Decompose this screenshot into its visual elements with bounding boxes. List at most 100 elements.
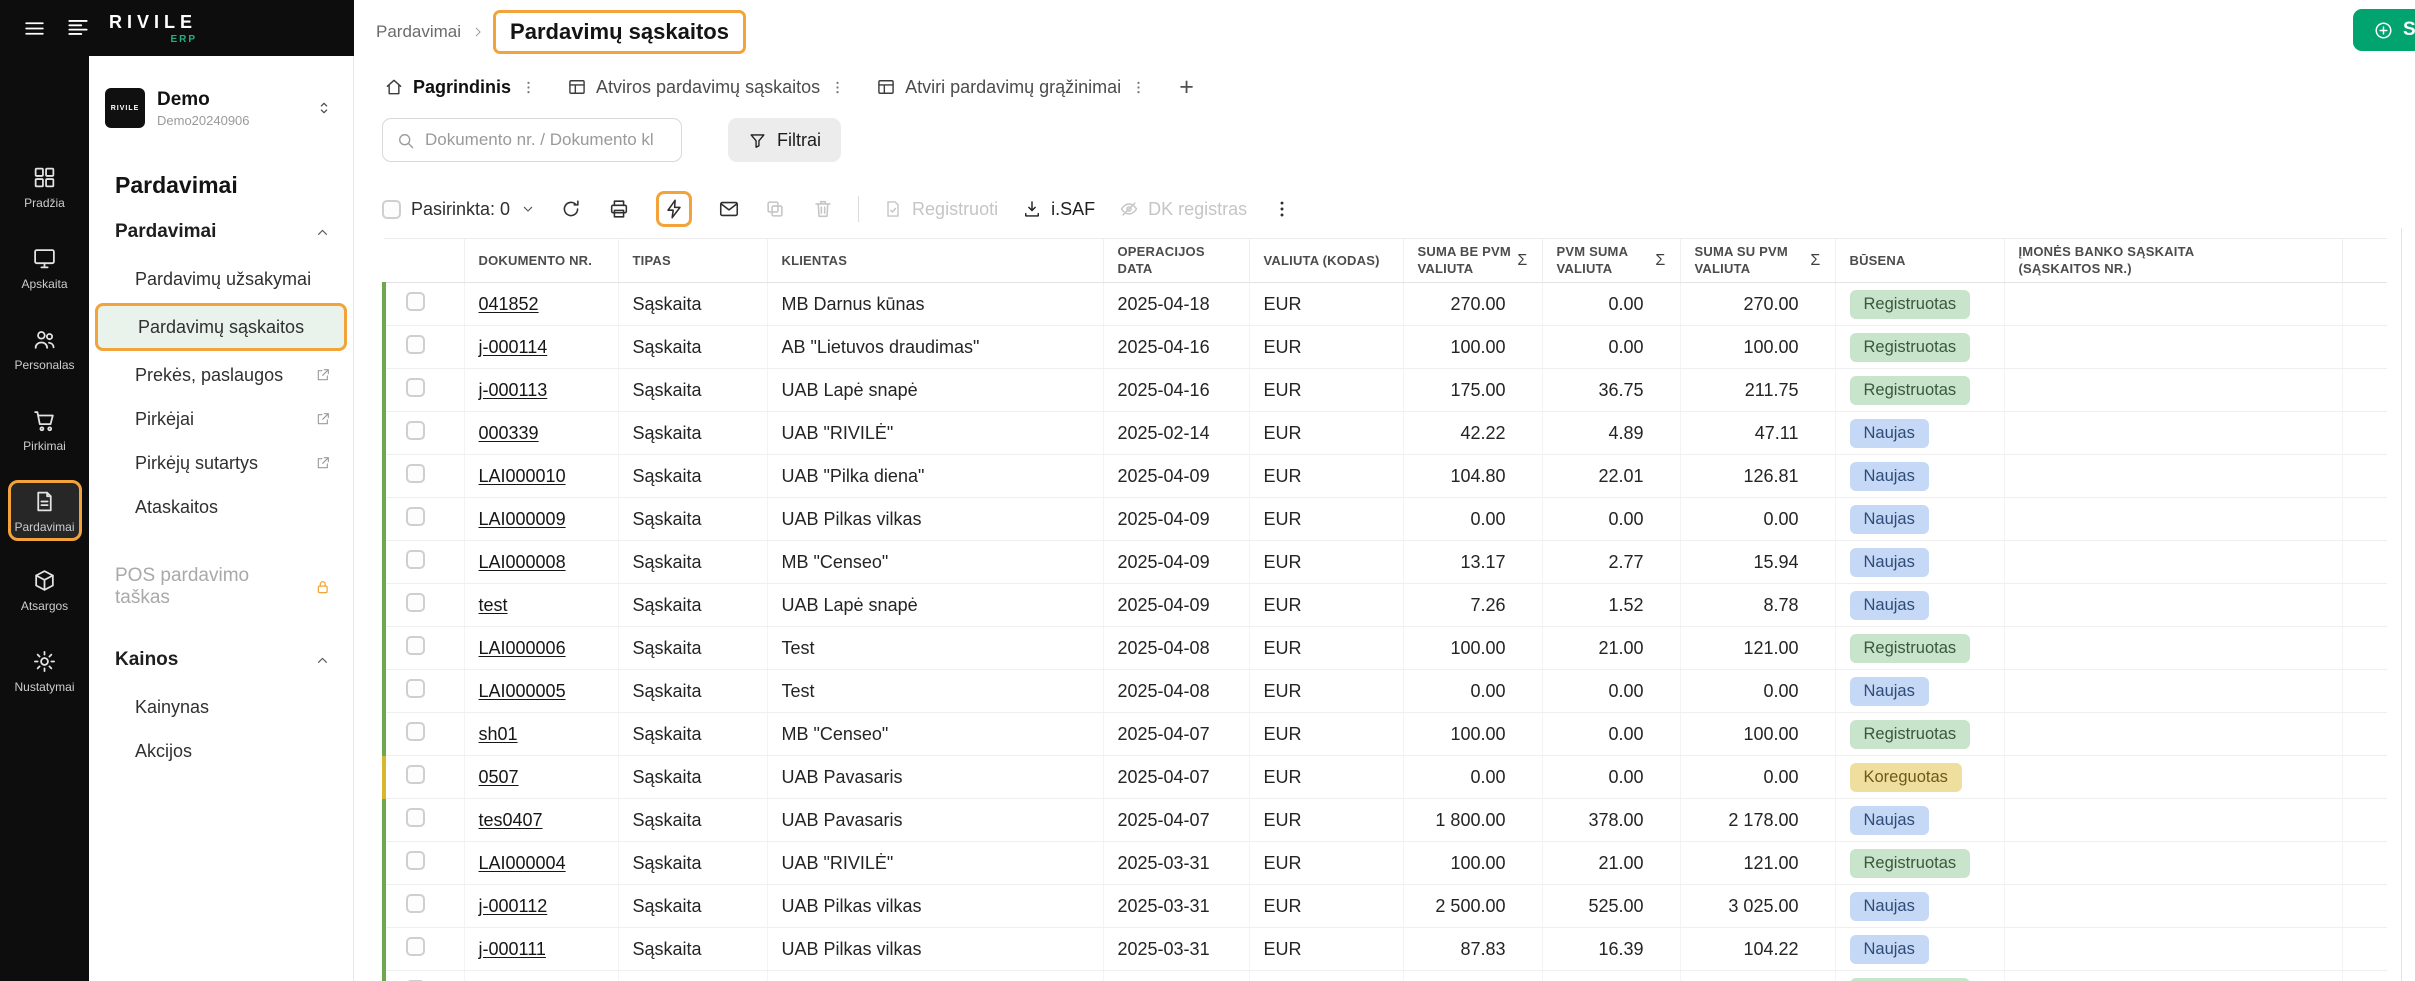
email-button[interactable] [718,198,740,220]
select-all-checkbox[interactable] [382,200,401,219]
table-row[interactable]: j-000114SąskaitaAB "Lietuvos draudimas"2… [384,326,2387,369]
sidebar-item-prek-s-paslaugos[interactable]: Prekės, paslaugos [89,353,353,397]
document-link[interactable]: test [479,595,508,615]
column-header-tipas[interactable]: TIPAS [618,239,767,283]
row-checkbox[interactable] [406,679,425,698]
table-row[interactable]: 000339SąskaitaUAB "RIVILĖ"2025-02-14EUR4… [384,412,2387,455]
row-checkbox[interactable] [406,292,425,311]
sidebar-item-pos-pardavimo-ta-kas[interactable]: POS pardavimo taškas [89,555,353,619]
table-row[interactable]: LAI000005SąskaitaTest2025-04-08EUR0.000.… [384,670,2387,713]
tab-atviri-pardavim-gr-inimai[interactable]: Atviri pardavimų grąžinimai [868,71,1155,104]
table-row[interactable]: LAI000008SąskaitaMB "Censeo"2025-04-09EU… [384,541,2387,584]
column-header-valiuta[interactable]: VALIUTA (KODAS) [1249,239,1403,283]
row-checkbox[interactable] [406,937,425,956]
document-link[interactable]: j-000114 [479,337,548,357]
row-checkbox[interactable] [406,464,425,483]
column-header-pvm[interactable]: PVM SUMAVALIUTAΣ [1542,239,1680,283]
column-header-busena[interactable]: BŪSENA [1835,239,2004,283]
rail-item-prad-ia[interactable]: Pradžia [8,156,82,217]
rail-item-nustatymai[interactable]: Nustatymai [8,640,82,701]
row-checkbox[interactable] [406,507,425,526]
sidebar-item-ataskaitos[interactable]: Ataskaitos [89,485,353,529]
delete-button[interactable] [812,198,834,220]
sum-icon[interactable]: Σ [1655,252,1665,270]
print-button[interactable] [608,198,630,220]
selection-dropdown[interactable]: Pasirinkta: 0 [382,199,536,220]
document-link[interactable]: j-000111 [479,939,546,959]
rail-item-apskaita[interactable]: Apskaita [8,237,82,298]
section-pardavimai[interactable]: Pardavimai [89,207,353,257]
rail-item-personalas[interactable]: Personalas [8,318,82,379]
rail-item-atsargos[interactable]: Atsargos [8,559,82,620]
column-header-suma_su[interactable]: SUMA SU PVMVALIUTAΣ [1680,239,1835,283]
rail-item-pirkimai[interactable]: Pirkimai [8,399,82,460]
row-checkbox[interactable] [406,894,425,913]
document-link[interactable]: sh01 [479,724,518,744]
document-link[interactable]: 000339 [479,423,539,443]
more-options-button[interactable] [1271,198,1293,220]
document-link[interactable]: LAI000010 [479,466,566,486]
refresh-button[interactable] [560,198,582,220]
sidebar-item-kainynas[interactable]: Kainynas [89,685,353,729]
rail-item-pardavimai[interactable]: Pardavimai [8,480,82,541]
document-link[interactable]: LAI000004 [479,853,566,873]
row-checkbox[interactable] [406,808,425,827]
column-header-suma_be[interactable]: SUMA BE PVMVALIUTAΣ [1403,239,1542,283]
row-checkbox[interactable] [406,421,425,440]
table-row[interactable]: LAI000010SąskaitaUAB "Pilka diena"2025-0… [384,455,2387,498]
table-row[interactable]: tes0407SąskaitaUAB Pavasaris2025-04-07EU… [384,799,2387,842]
table-row[interactable]: j-000110SąskaitaAB "Lietuvos draudimas"2… [384,971,2387,981]
sidebar-item-pardavim-s-skaitos[interactable]: Pardavimų sąskaitos [95,303,347,351]
table-row[interactable]: j-000113SąskaitaUAB Lapė snapė2025-04-16… [384,369,2387,412]
table-row[interactable]: LAI000006SąskaitaTest2025-04-08EUR100.00… [384,627,2387,670]
document-link[interactable]: j-000112 [479,896,548,916]
column-header-data[interactable]: OPERACIJOSDATA [1103,239,1249,283]
sidebar-item-pardavim-u-sakymai[interactable]: Pardavimų užsakymai [89,257,353,301]
table-row[interactable]: j-000111SąskaitaUAB Pilkas vilkas2025-03… [384,928,2387,971]
section-kainos[interactable]: Kainos [89,635,353,685]
document-link[interactable]: j-000113 [479,380,548,400]
row-checkbox[interactable] [406,335,425,354]
row-checkbox[interactable] [406,851,425,870]
document-link[interactable]: 041852 [479,294,539,314]
document-link[interactable]: LAI000008 [479,552,566,572]
sidebar-item-akcijos[interactable]: Akcijos [89,729,353,773]
document-link[interactable]: LAI000006 [479,638,566,658]
tab-pagrindinis[interactable]: Pagrindinis [376,71,545,104]
sidebar-item-pirk-jai[interactable]: Pirkėjai [89,397,353,441]
table-row[interactable]: testSąskaitaUAB Lapė snapė2025-04-09EUR7… [384,584,2387,627]
quick-actions-button[interactable] [656,191,692,227]
filter-button[interactable]: Filtrai [728,118,841,162]
document-link[interactable]: 0507 [479,767,519,787]
column-header-klientas[interactable]: KLIENTAS [767,239,1103,283]
row-checkbox[interactable] [406,722,425,741]
search-input[interactable] [425,130,668,150]
document-link[interactable]: LAI000005 [479,681,566,701]
sum-icon[interactable]: Σ [1810,252,1820,270]
row-checkbox[interactable] [406,636,425,655]
add-tab-button[interactable]: + [1169,73,1204,102]
sidebar-item-pirk-j-sutartys[interactable]: Pirkėjų sutartys [89,441,353,485]
row-checkbox[interactable] [406,765,425,784]
register-button[interactable]: Registruoti [883,199,998,220]
table-row[interactable]: j-000112SąskaitaUAB Pilkas vilkas2025-03… [384,885,2387,928]
sum-icon[interactable]: Σ [1517,252,1527,270]
column-header-bank[interactable]: ĮMONĖS BANKO SĄSKAITA(SĄSKAITOS NR.) [2004,239,2342,283]
table-row[interactable]: sh01SąskaitaMB "Censeo"2025-04-07EUR100.… [384,713,2387,756]
create-button[interactable]: Su [2353,9,2415,51]
account-switcher[interactable]: RIVILE Demo Demo20240906 [89,56,353,146]
breadcrumb-parent[interactable]: Pardavimai [376,22,461,42]
table-row[interactable]: LAI000009SąskaitaUAB Pilkas vilkas2025-0… [384,498,2387,541]
dk-registras-button[interactable]: DK registras [1119,199,1247,220]
document-link[interactable]: LAI000009 [479,509,566,529]
tab-atviros-pardavim-s-skaitos[interactable]: Atviros pardavimų sąskaitos [559,71,854,104]
table-row[interactable]: 0507SąskaitaUAB Pavasaris2025-04-07EUR0.… [384,756,2387,799]
duplicate-button[interactable] [764,198,786,220]
column-header-doc[interactable]: DOKUMENTO NR. [464,239,618,283]
table-row[interactable]: 041852SąskaitaMB Darnus kūnas2025-04-18E… [384,283,2387,326]
hamburger-menu-icon[interactable] [22,16,47,41]
row-checkbox[interactable] [406,550,425,569]
table-row[interactable]: LAI000004SąskaitaUAB "RIVILĖ"2025-03-31E… [384,842,2387,885]
row-checkbox[interactable] [406,378,425,397]
document-link[interactable]: tes0407 [479,810,543,830]
